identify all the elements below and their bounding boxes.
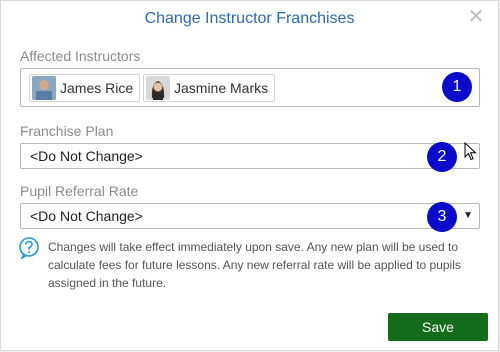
affected-instructors-field[interactable]: James Rice Jasmine Marks: [20, 68, 480, 107]
avatar: [32, 76, 56, 100]
change-franchises-dialog: Change Instructor Franchises ✕ Affected …: [0, 0, 499, 351]
affected-instructors-label: Affected Instructors: [20, 48, 141, 64]
chevron-down-icon: ▼: [463, 210, 473, 221]
close-icon[interactable]: ✕: [466, 7, 486, 27]
pupil-referral-rate-label: Pupil Referral Rate: [20, 183, 139, 199]
mouse-cursor-icon: [464, 142, 477, 161]
avatar: [146, 76, 170, 100]
dialog-title: Change Instructor Franchises: [144, 10, 355, 27]
help-question-icon: [18, 237, 40, 261]
pupil-referral-rate-value: <Do Not Change>: [30, 208, 143, 224]
annotation-badge-2: 2: [427, 142, 457, 172]
franchise-plan-select[interactable]: <Do Not Change>: [20, 143, 480, 169]
franchise-plan-label: Franchise Plan: [20, 123, 114, 139]
info-note: Changes will take effect immediately upo…: [48, 240, 461, 290]
annotation-badge-3: 3: [427, 202, 457, 232]
instructor-chip-james-rice[interactable]: James Rice: [29, 74, 141, 102]
annotation-badge-1: 1: [442, 72, 472, 102]
instructor-name: James Rice: [60, 80, 134, 96]
pupil-referral-rate-select[interactable]: <Do Not Change> ▼: [20, 203, 480, 229]
save-button[interactable]: Save: [388, 313, 488, 341]
instructor-name: Jasmine Marks: [174, 80, 269, 96]
instructor-chip-jasmine-marks[interactable]: Jasmine Marks: [143, 74, 276, 102]
